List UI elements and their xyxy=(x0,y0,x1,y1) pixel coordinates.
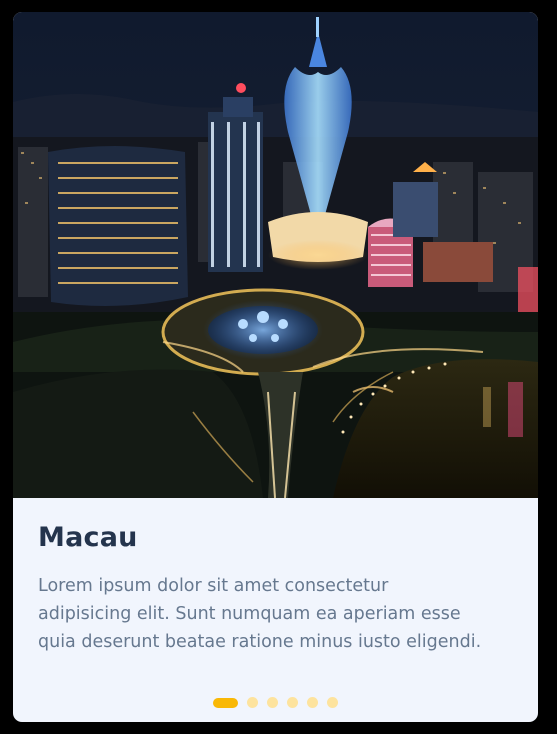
macau-night-photo xyxy=(13,12,538,498)
pagination-dot-3[interactable] xyxy=(267,697,278,708)
pagination-dots xyxy=(213,697,338,708)
pagination-dot-5[interactable] xyxy=(307,697,318,708)
card-title: Macau xyxy=(38,522,138,553)
card-description: Lorem ipsum dolor sit amet consectetur a… xyxy=(38,572,523,656)
pagination-dot-4[interactable] xyxy=(287,697,298,708)
slide-card: Macau Lorem ipsum dolor sit amet consect… xyxy=(13,12,538,722)
description-line: Lorem ipsum dolor sit amet consectetur xyxy=(38,576,389,596)
pagination-dot-1[interactable] xyxy=(213,697,238,708)
pagination-dot-6[interactable] xyxy=(327,697,338,708)
pagination-dot-2[interactable] xyxy=(247,697,258,708)
description-line: quia deserunt beatae ratione minus iusto… xyxy=(38,632,482,652)
description-line: adipisicing elit. Sunt numquam ea aperia… xyxy=(38,604,461,624)
